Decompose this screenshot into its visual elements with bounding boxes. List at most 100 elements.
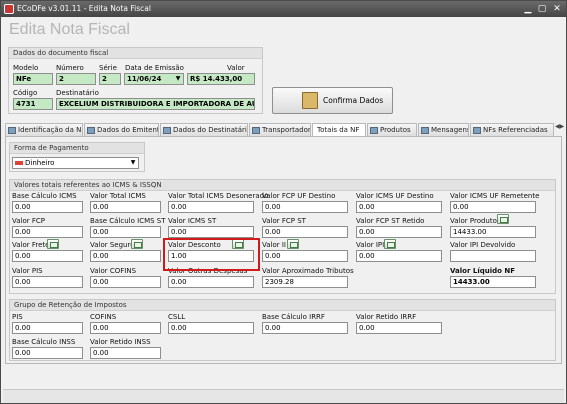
valor-produtos-input[interactable]: 14433.00 (450, 226, 536, 238)
destinatario-field[interactable]: EXCELIUM DISTRIBUIDORA E IMPORTADORA DE … (56, 98, 255, 110)
valor-retido-inss-label: Valor Retido INSS (90, 338, 151, 346)
truck-icon (252, 127, 260, 134)
app-icon (4, 4, 14, 14)
calculator-icon[interactable] (47, 239, 59, 249)
valor-seguro-input[interactable]: 0.00 (90, 250, 161, 262)
building-icon (87, 127, 95, 134)
pagamento-group-title: Forma de Pagamento (10, 143, 144, 154)
tab-label: Mensagens (431, 126, 469, 134)
chevron-down-icon[interactable]: ▼ (129, 159, 137, 167)
page-title: Edita Nota Fiscal (9, 21, 130, 38)
valor-fcp-uf-destino-input[interactable]: 0.00 (262, 201, 348, 213)
valor-ipi-input[interactable]: 0.00 (356, 250, 442, 262)
valor-liquido-nf-label: Valor Líquido NF (450, 267, 516, 275)
forma-pagamento-value: Dinheiro (25, 159, 55, 167)
tab-produtos[interactable]: Produtos (367, 123, 417, 136)
valor-produtos-label: Valor Produtos (450, 217, 501, 225)
valor-pis-input[interactable]: 0.00 (12, 276, 83, 288)
valor-icms-uf-destino-label: Valor ICMS UF Destino (356, 192, 434, 200)
desconto-highlight (163, 238, 260, 271)
valor-total-icms-input[interactable]: 0.00 (90, 201, 161, 213)
serie-label: Série (99, 64, 117, 72)
valor-fcp-input[interactable]: 0.00 (12, 226, 83, 238)
minimize-icon[interactable]: ▁ (521, 3, 535, 15)
valor-retido-irrf-label: Valor Retido IRRF (356, 313, 417, 321)
tab-label: NFs Referenciadas (483, 126, 548, 134)
codigo-label: Código (13, 89, 38, 97)
numero-field[interactable]: 2 (56, 73, 96, 85)
calculator-icon[interactable] (497, 214, 509, 224)
valor-ipi-devolvido-input[interactable] (450, 250, 536, 262)
valor-cofins-input[interactable]: 0.00 (90, 276, 161, 288)
valor-icms-uf-destino-input[interactable]: 0.00 (356, 201, 442, 213)
valor-field[interactable]: R$ 14.433,00 (187, 73, 255, 85)
base-calculo-inss-input[interactable]: 0.00 (12, 347, 83, 359)
modelo-field[interactable]: NFe (13, 73, 53, 85)
valor-fcp-st-label: Valor FCP ST (262, 217, 306, 225)
tab-nfs-referenciadas[interactable]: NFs Referenciadas (470, 123, 554, 136)
data-emissao-label: Data de Emissão (125, 64, 184, 72)
serie-field[interactable]: 2 (99, 73, 121, 85)
cofins-input[interactable]: 0.00 (90, 322, 161, 334)
csll-input[interactable]: 0.00 (168, 322, 254, 334)
valor-retido-irrf-input[interactable]: 0.00 (356, 322, 442, 334)
forma-pagamento-select[interactable]: Dinheiro ▼ (12, 157, 139, 169)
valor-fcp-st-retido-input[interactable]: 0.00 (356, 226, 442, 238)
valor-icms-st-input[interactable]: 0.00 (168, 226, 254, 238)
maximize-icon[interactable]: ▢ (535, 3, 549, 15)
address-card-icon (163, 127, 171, 134)
tab-transportador[interactable]: Transportador (249, 123, 311, 136)
valor-liquido-nf-input[interactable]: 14433.00 (450, 276, 536, 288)
data-emissao-picker[interactable]: 11/06/24 ▼ (124, 73, 184, 85)
data-emissao-value: 11/06/24 (127, 75, 162, 83)
confirma-dados-button[interactable]: Confirma Dados (272, 87, 393, 114)
base-calculo-icms-st-input[interactable]: 0.00 (90, 226, 161, 238)
tab-label: Dados do Destinatário (173, 126, 248, 134)
chevron-down-icon[interactable]: ▼ (174, 75, 182, 83)
calculator-icon[interactable] (384, 239, 396, 249)
base-calculo-inss-label: Base Cálculo INSS (12, 338, 76, 346)
tab-mensagens[interactable]: Mensagens (418, 123, 469, 136)
base-calculo-icms-input[interactable]: 0.00 (12, 201, 83, 213)
app-window: ECoDFe v3.01.11 - Edita Nota Fiscal ▁ ▢ … (0, 0, 567, 404)
valor-retido-inss-input[interactable]: 0.00 (90, 347, 161, 359)
base-calculo-irrf-input[interactable]: 0.00 (262, 322, 348, 334)
valor-ii-label: Valor II (262, 241, 286, 249)
valor-fcp-label: Valor FCP (12, 217, 46, 225)
valor-aproximado-tributos-input[interactable]: 2309.28 (262, 276, 348, 288)
tab-label: Dados do Emitente (97, 126, 159, 134)
tab-label: Produtos (380, 126, 411, 134)
valor-icms-st-label: Valor ICMS ST (168, 217, 217, 225)
valor-label: Valor (227, 64, 245, 72)
calculator-icon[interactable] (131, 239, 143, 249)
valor-icms-uf-remetente-label: Valor ICMS UF Remetente (450, 192, 540, 200)
csll-label: CSLL (168, 313, 186, 321)
tab-scroll-arrows[interactable]: ◀▶ (555, 123, 564, 130)
tab-destinatario[interactable]: Dados do Destinatário (160, 123, 248, 136)
valor-ipi-label: Valor IPI (356, 241, 385, 249)
valor-total-icms-desonerado-input[interactable]: 0.00 (168, 201, 254, 213)
tab-strip: Identificação da NF Dados do Emitente Da… (5, 123, 560, 137)
confirma-dados-label: Confirma Dados (323, 96, 384, 105)
valor-seguro-label: Valor Seguro (90, 241, 135, 249)
tab-emitente[interactable]: Dados do Emitente (84, 123, 159, 136)
tab-totais[interactable]: Totais da NF (312, 123, 366, 137)
tab-identificacao[interactable]: Identificação da NF (5, 123, 83, 136)
message-icon (421, 127, 429, 134)
close-icon[interactable]: ✕ (550, 3, 564, 15)
valor-cofins-label: Valor COFINS (90, 267, 137, 275)
valor-fcp-uf-destino-label: Valor FCP UF Destino (262, 192, 336, 200)
valor-frete-input[interactable]: 0.00 (12, 250, 83, 262)
base-calculo-icms-st-label: Base Cálculo ICMS ST (90, 217, 166, 225)
pis-input[interactable]: 0.00 (12, 322, 83, 334)
calculator-icon[interactable] (287, 239, 299, 249)
modelo-label: Modelo (13, 64, 39, 72)
valor-icms-uf-remetente-input[interactable]: 0.00 (450, 201, 536, 213)
codigo-field[interactable]: 4731 (13, 98, 53, 110)
document-icon (8, 127, 16, 134)
box-icon (370, 127, 378, 134)
valor-fcp-st-input[interactable]: 0.00 (262, 226, 348, 238)
valor-outras-despesas-input[interactable]: 0.00 (168, 276, 254, 288)
valor-ii-input[interactable]: 0.00 (262, 250, 348, 262)
numero-label: Número (56, 64, 84, 72)
